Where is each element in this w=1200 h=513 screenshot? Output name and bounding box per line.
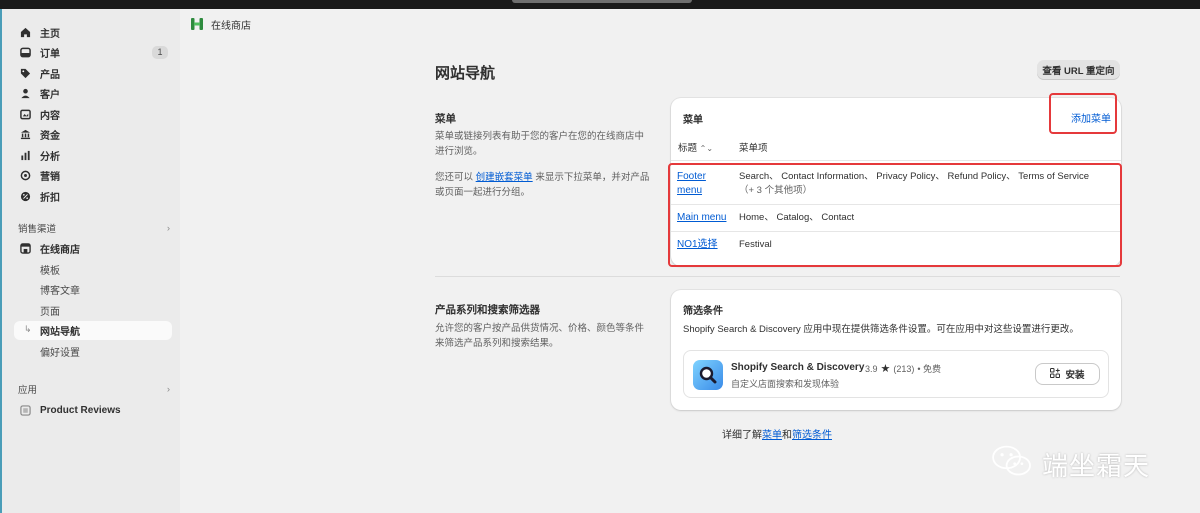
- filters-section-title: 产品系列和搜索筛选器: [435, 304, 540, 316]
- app-grid-icon: [18, 404, 32, 418]
- sidebar-subitem-label: 偏好设置: [40, 348, 80, 359]
- sidebar-item-orders[interactable]: 订单 1: [14, 43, 172, 62]
- sidebar-subitem-navigation[interactable]: ↳ 网站导航: [14, 321, 172, 340]
- menus-section-title: 菜单: [435, 113, 456, 125]
- sidebar-item-label: 资金: [40, 131, 60, 142]
- sidebar-subitem-pages[interactable]: 页面: [14, 301, 172, 320]
- home-icon: [18, 26, 32, 40]
- star-icon: ★: [880, 363, 891, 375]
- sidebar-item-label: 营销: [40, 172, 60, 183]
- app-card-search-discovery[interactable]: Shopify Search & Discovery 3.9 ★ (213) •…: [683, 350, 1109, 398]
- sidebar-item-products[interactable]: 产品: [14, 64, 172, 83]
- sidebar-subitem-label: 模板: [40, 266, 60, 277]
- sidebar-item-label: 主页: [40, 29, 60, 40]
- content-icon: [18, 108, 32, 122]
- app-subtitle: 自定义店面搜索和发现体验: [731, 379, 840, 389]
- column-header-items: 菜单项: [739, 143, 768, 154]
- learn-more-prefix: 详细了解: [722, 430, 762, 441]
- app-rating-value: 3.9: [865, 363, 878, 374]
- menus-section-desc-nested: 您还可以 创建嵌套菜单 来显示下拉菜单，并对产品或页面一起进行分组。: [435, 170, 650, 200]
- sidebar-subitem-themes[interactable]: 模板: [14, 260, 172, 279]
- app-name: Shopify Search & Discovery: [731, 362, 865, 373]
- watermark: 端坐霜天: [990, 443, 1150, 486]
- sidebar-item-discounts[interactable]: 折扣: [14, 187, 172, 206]
- sidebar-item-label: 订单: [40, 49, 60, 60]
- target-icon: [18, 169, 32, 183]
- wechat-icon: [990, 443, 1034, 486]
- sidebar-subitem-blog-posts[interactable]: 博客文章: [14, 280, 172, 299]
- learn-more-and: 和: [782, 430, 792, 441]
- section-divider: [435, 276, 1120, 277]
- store-icon: [18, 242, 32, 256]
- install-icon: [1050, 367, 1061, 381]
- breadcrumb: 在线商店: [182, 9, 1200, 39]
- nested-arrow-icon: ↳: [24, 324, 32, 334]
- bank-icon: [18, 128, 32, 142]
- menus-card-title: 菜单: [683, 115, 703, 126]
- tag-icon: [18, 67, 32, 81]
- sidebar-subitem-label: 博客文章: [40, 286, 80, 297]
- menus-section-desc: 菜单或链接列表有助于您的客户在您的在线商店中进行浏览。: [435, 131, 645, 157]
- view-url-redirects-button[interactable]: 查看 URL 重定向: [1037, 60, 1120, 80]
- sidebar-item-customers[interactable]: 客户: [14, 84, 172, 103]
- page-title: 网站导航: [435, 65, 496, 82]
- sidebar-item-label: 产品: [40, 70, 60, 81]
- sidebar-item-finance[interactable]: 资金: [14, 125, 172, 144]
- watermark-text: 端坐霜天: [1042, 451, 1151, 481]
- sales-channels-header[interactable]: 销售渠道 ›: [18, 220, 170, 236]
- search-bar[interactable]: [512, 0, 692, 3]
- filters-section-desc: 允许您的客户按产品供货情况、价格、颜色等条件来筛选产品系列和搜索结果。: [435, 323, 645, 349]
- sidebar-item-analytics[interactable]: 分析: [14, 146, 172, 165]
- app-review-count: (213): [893, 363, 915, 374]
- sidebar-item-marketing[interactable]: 营销: [14, 166, 172, 185]
- apps-header[interactable]: 应用 ›: [18, 381, 170, 397]
- online-store-logo-icon: [190, 17, 204, 31]
- column-header-title[interactable]: 标题 ⌃⌄: [678, 140, 713, 154]
- learn-more-filters-link[interactable]: 筛选条件: [792, 430, 832, 441]
- sidebar-item-online-store[interactable]: 在线商店: [14, 239, 172, 258]
- filters-card-desc: Shopify Search & Discovery 应用中现在提供筛选条件设置…: [683, 324, 1079, 335]
- sidebar-item-label: 在线商店: [40, 245, 80, 256]
- filters-card-title: 筛选条件: [683, 306, 723, 317]
- sidebar-item-label: 内容: [40, 111, 60, 122]
- sort-icon: ⌃⌄: [699, 144, 714, 153]
- discount-icon: [18, 190, 32, 204]
- chevron-right-icon: ›: [166, 383, 170, 395]
- inbox-icon: [18, 46, 32, 60]
- sidebar-item-home[interactable]: 主页: [14, 23, 172, 42]
- app-rating: 3.9 ★ (213) • 免费: [865, 362, 941, 375]
- sales-channels-label: 销售渠道: [18, 224, 57, 235]
- highlight-menu-rows: [668, 163, 1122, 267]
- chevron-right-icon: ›: [166, 222, 170, 234]
- sidebar-subitem-label: 网站导航: [40, 327, 80, 338]
- apps-label: 应用: [18, 385, 38, 396]
- sidebar: 主页 订单 1 产品 客户 内容 资金 分析 营销 折扣 销售渠道 › 在线商店: [0, 9, 180, 513]
- bar-chart-icon: [18, 149, 32, 163]
- sidebar-item-label: Product Reviews: [40, 405, 121, 416]
- sidebar-item-label: 折扣: [40, 193, 60, 204]
- sidebar-item-label: 分析: [40, 152, 60, 163]
- sidebar-item-product-reviews[interactable]: Product Reviews: [14, 401, 172, 420]
- create-nested-menu-link[interactable]: 创建嵌套菜单: [476, 172, 533, 183]
- top-bar: [0, 0, 1200, 9]
- sidebar-subitem-label: 页面: [40, 307, 60, 318]
- learn-more-menus-link[interactable]: 菜单: [762, 430, 782, 441]
- install-button[interactable]: 安装: [1035, 363, 1100, 385]
- column-header-title-label: 标题: [678, 143, 698, 154]
- app-price: • 免费: [917, 364, 942, 374]
- sidebar-item-label: 客户: [40, 90, 60, 101]
- orders-count-badge: 1: [152, 46, 168, 59]
- install-label: 安装: [1065, 370, 1085, 381]
- person-icon: [18, 87, 32, 101]
- sidebar-item-content[interactable]: 内容: [14, 105, 172, 124]
- highlight-add-menu: [1049, 93, 1117, 134]
- breadcrumb-label[interactable]: 在线商店: [211, 17, 251, 32]
- learn-more: 详细了解菜单和筛选条件: [722, 426, 832, 441]
- sidebar-subitem-preferences[interactable]: 偏好设置: [14, 342, 172, 361]
- row-divider: [671, 160, 1121, 161]
- desc-prefix: 您还可以: [435, 172, 474, 183]
- search-discovery-app-icon: [693, 360, 723, 390]
